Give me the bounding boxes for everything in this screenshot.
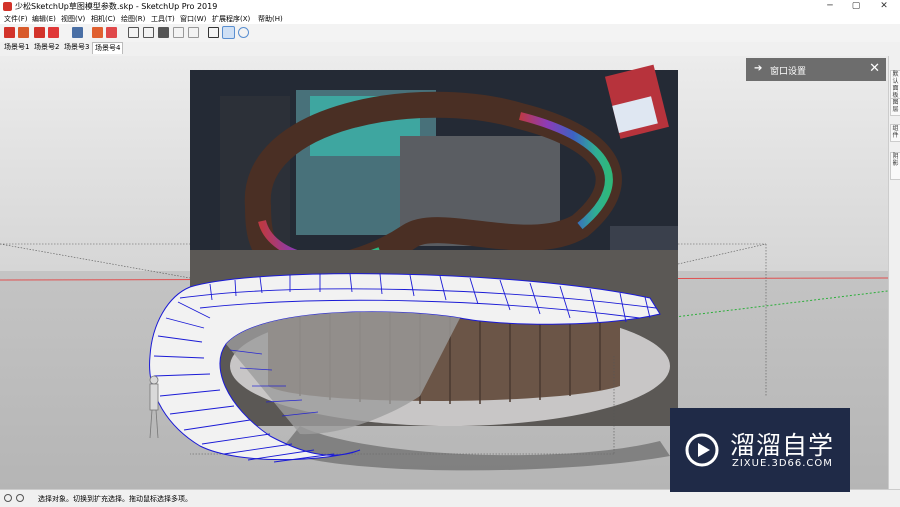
front-view-icon[interactable] (158, 27, 169, 38)
arrow-right-icon: ➔ (754, 63, 763, 74)
target-icon[interactable] (238, 27, 249, 38)
menu-tools[interactable]: 工具(T) (151, 14, 175, 24)
right-view-icon[interactable] (173, 27, 184, 38)
menu-camera[interactable]: 相机(C) (91, 14, 115, 24)
tab-scene-1[interactable]: 场景号1 (2, 42, 31, 53)
settings-icon[interactable] (92, 27, 103, 38)
side-tab-shadows[interactable]: 阴影 (890, 152, 900, 180)
menu-view[interactable]: 视图(V) (61, 14, 85, 24)
menu-draw[interactable]: 绘图(R) (121, 14, 145, 24)
user-icon[interactable] (16, 494, 24, 502)
minimize-button[interactable]: ─ (816, 0, 844, 13)
window-title: 少松SketchUp草图模型参数.skp - SketchUp Pro 2019 (15, 2, 218, 11)
title-bar: 少松SketchUp草图模型参数.skp - SketchUp Pro 2019… (0, 0, 900, 13)
open-folder-icon[interactable] (34, 27, 45, 38)
menu-help[interactable]: 帮助(H) (258, 14, 283, 24)
camera-icon[interactable] (48, 27, 59, 38)
sketchup-logo-icon (3, 2, 12, 11)
watermark-badge: 溜溜自学 ZIXUE.3D66.COM (670, 408, 850, 492)
iso-view-icon[interactable] (128, 27, 139, 38)
toolbar (0, 24, 900, 43)
tray-tab-strip: 默认面板 图层 组件 阴影 (888, 56, 900, 489)
panel-close-button[interactable]: ✕ (869, 61, 880, 76)
panel-title: 窗口设置 (770, 67, 807, 77)
top-view-icon[interactable] (143, 27, 154, 38)
menu-extensions[interactable]: 扩展程序(X) (212, 14, 250, 24)
maximize-button[interactable]: ▢ (842, 0, 870, 13)
tab-scene-2[interactable]: 场景号2 (32, 42, 61, 53)
side-tab-components[interactable]: 组件 (890, 124, 900, 142)
tab-scene-3[interactable]: 场景号3 (62, 42, 91, 53)
close-button[interactable]: ✕ (870, 0, 898, 13)
sketchup-icon[interactable] (4, 27, 15, 38)
select-arrow-icon[interactable] (208, 27, 219, 38)
back-view-icon[interactable] (188, 27, 199, 38)
side-tab-layers[interactable]: 图层 (890, 98, 900, 116)
tab-scene-4[interactable]: 场景号4 (92, 42, 124, 54)
info-icon[interactable] (4, 494, 12, 502)
status-message: 选择对象。切换到扩充选择。拖动鼠标选择多项。 (38, 495, 192, 503)
print-icon[interactable] (72, 27, 83, 38)
play-logo-icon (685, 433, 719, 467)
watermark-brand: 溜溜自学 (730, 431, 835, 460)
scene-tabs: 场景号1 场景号2 场景号3 场景号4 (0, 42, 900, 54)
menu-window[interactable]: 窗口(W) (180, 14, 206, 24)
scenes-icon[interactable] (222, 26, 235, 39)
menu-bar: 文件(F) 编辑(E) 视图(V) 相机(C) 绘图(R) 工具(T) 窗口(W… (0, 13, 900, 24)
watermark-url: ZIXUE.3D66.COM (732, 458, 833, 469)
window-settings-panel[interactable]: ➔ 窗口设置 ✕ (746, 58, 886, 81)
gear-icon[interactable] (18, 27, 29, 38)
menu-edit[interactable]: 编辑(E) (32, 14, 56, 24)
grid-icon[interactable] (106, 27, 117, 38)
menu-file[interactable]: 文件(F) (4, 14, 28, 24)
